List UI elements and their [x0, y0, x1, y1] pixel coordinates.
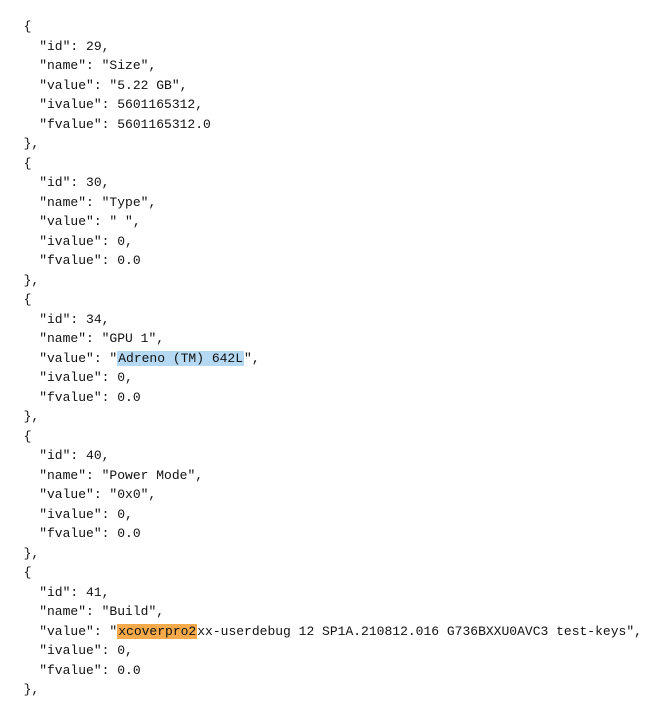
json-code-block: { "id": 29, "name": "Size", "value": "5.…: [0, 13, 650, 708]
highlighted-segment: xcoverpro2: [117, 624, 197, 639]
highlighted-segment: Adreno (TM) 642L: [117, 351, 244, 366]
